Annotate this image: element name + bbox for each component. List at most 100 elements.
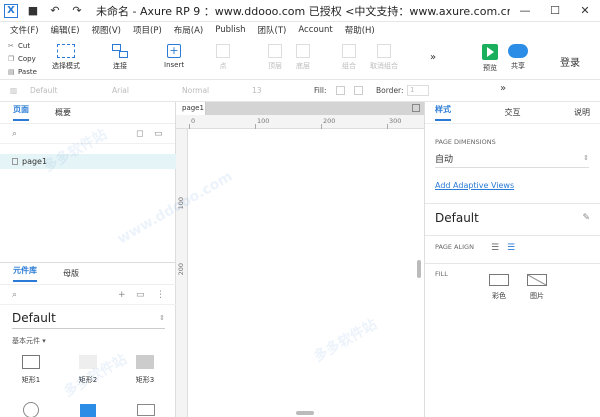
connect-button[interactable]: 连接 <box>112 44 128 71</box>
library-folder-icon[interactable]: ▭ <box>136 290 145 300</box>
edit-style-icon[interactable]: ✎ <box>582 213 590 223</box>
cloud-icon <box>508 44 528 58</box>
ruler-label: 200 <box>323 117 336 125</box>
menu-view[interactable]: 视图(V) <box>92 24 121 36</box>
menu-account[interactable]: Account <box>298 25 332 35</box>
insert-button[interactable]: + Insert <box>164 44 184 69</box>
select-chevron-icon: ⇕ <box>583 154 589 162</box>
paste-button[interactable]: ▤ Paste <box>8 66 37 79</box>
login-button[interactable]: 登录 <box>560 54 580 69</box>
fill-label: Fill: <box>314 86 327 95</box>
menu-project[interactable]: 项目(P) <box>133 24 162 36</box>
play-icon <box>482 44 498 60</box>
tab-interactions[interactable]: 交互 <box>505 107 521 118</box>
fill-image-option[interactable]: 图片 <box>525 274 549 301</box>
fill-color-option[interactable]: 彩色 <box>487 274 511 301</box>
canvas-area[interactable]: page1 0 100 200 300 100 200 <box>176 102 424 417</box>
align-center-icon[interactable]: ☰ <box>507 243 515 253</box>
page-dimensions-label: PAGE DIMENSIONS <box>435 138 496 146</box>
library-menu-icon[interactable]: ⋮ <box>156 290 165 300</box>
group-button[interactable]: 组合 <box>342 44 356 71</box>
add-library-icon[interactable]: + <box>118 290 126 300</box>
menu-arrange[interactable]: 布局(A) <box>174 24 203 36</box>
tab-outline[interactable]: 概要 <box>42 107 84 118</box>
tab-pages[interactable]: 页面 <box>0 104 42 121</box>
page-tab[interactable]: page1 <box>176 102 206 115</box>
library-search-icon[interactable]: ⌕ <box>12 290 17 300</box>
ruler-tick <box>387 124 388 129</box>
horizontal-scrollbar[interactable] <box>296 411 314 415</box>
search-icon[interactable]: ⌕ <box>12 129 17 139</box>
ruler-tick <box>189 124 190 129</box>
add-adaptive-views-link[interactable]: Add Adaptive Views <box>435 181 514 190</box>
paste-icon: ▤ <box>8 68 15 76</box>
page-dimensions-select[interactable]: 自动 ⇕ <box>435 152 589 168</box>
widget-rect1[interactable]: 矩形1 <box>14 355 48 385</box>
border-label: Border: <box>376 86 404 95</box>
minimize-icon[interactable]: — <box>510 0 540 22</box>
menu-file[interactable]: 文件(F) <box>10 24 39 36</box>
image-widget-icon[interactable] <box>80 404 96 417</box>
maximize-icon[interactable]: ☐ <box>540 0 570 22</box>
right-panel: 样式 交互 说明 PAGE DIMENSIONS 自动 ⇕ Add Adapti… <box>424 102 600 417</box>
placeholder-widget-icon[interactable] <box>137 404 155 416</box>
ruler-label: 100 <box>257 117 270 125</box>
page-list-item[interactable]: page1 <box>0 154 176 169</box>
point-button[interactable]: 点 <box>216 44 230 71</box>
align-left-icon[interactable]: ☰ <box>491 243 499 253</box>
undo-icon[interactable]: ↶ <box>44 0 66 22</box>
save-icon[interactable]: ■ <box>22 0 44 22</box>
preview-button[interactable]: 预览 <box>482 44 498 73</box>
top-layer-button[interactable]: 顶层 <box>268 44 282 71</box>
border-width-input[interactable]: 1 <box>407 85 429 96</box>
font-weight-select[interactable]: Normal <box>182 86 209 95</box>
widget-rect2[interactable]: 矩形2 <box>71 355 105 385</box>
menu-team[interactable]: 团队(T) <box>258 24 287 36</box>
format-more-chevron-icon[interactable]: » <box>500 83 506 94</box>
bottom-layer-button[interactable]: 底层 <box>296 44 310 71</box>
window-title: 未命名 - Axure RP 9 ：www.ddooo.com 已授权 <中文支… <box>96 4 510 18</box>
close-icon[interactable]: ✕ <box>570 0 600 22</box>
widget-rect3[interactable]: 矩形3 <box>128 355 162 385</box>
tab-style[interactable]: 样式 <box>435 104 451 121</box>
redo-icon[interactable]: ↷ <box>66 0 88 22</box>
point-icon <box>216 44 230 58</box>
menu-help[interactable]: 帮助(H) <box>345 24 375 36</box>
tab-library[interactable]: 元件库 <box>0 265 50 282</box>
share-button[interactable]: 共享 <box>508 44 528 71</box>
menu-publish[interactable]: Publish <box>215 25 245 35</box>
font-size-select[interactable]: 13 <box>252 86 262 95</box>
fill-color-swatch[interactable] <box>336 86 345 95</box>
style-select[interactable]: Default <box>30 86 57 95</box>
more-chevron-icon[interactable]: » <box>430 52 436 63</box>
tab-menu-icon[interactable] <box>412 104 420 112</box>
title-bar: X ■ ↶ ↷ 未命名 - Axure RP 9 ：www.ddooo.com … <box>0 0 600 22</box>
divider <box>425 235 600 236</box>
ruler-label: 0 <box>191 117 196 125</box>
style-format-icon: ▨ <box>10 86 18 95</box>
tab-notes[interactable]: 说明 <box>574 107 590 118</box>
tab-masters[interactable]: 母版 <box>50 268 92 279</box>
font-select[interactable]: Arial <box>112 86 129 95</box>
category-label[interactable]: 基本元件 ▾ <box>12 336 46 346</box>
page-style-name[interactable]: Default <box>435 211 479 225</box>
vertical-scrollbar[interactable] <box>417 260 421 278</box>
copy-button[interactable]: ❐ Copy <box>8 53 37 66</box>
library-toolbar: ⌕ + ▭ ⋮ <box>0 285 176 305</box>
select-mode-button[interactable]: 选择模式 <box>52 44 80 71</box>
image-swatch-icon <box>527 274 547 286</box>
ruler-label: 100 <box>177 197 185 210</box>
ellipse-widget-icon[interactable] <box>23 402 39 417</box>
rectangle-icon <box>79 355 97 369</box>
menu-edit[interactable]: 编辑(E) <box>51 24 80 36</box>
add-page-icon[interactable]: ◻ <box>136 129 143 139</box>
ungroup-button[interactable]: 取消组合 <box>370 44 398 71</box>
clipboard-group: ✂ Cut ❐ Copy ▤ Paste <box>8 40 37 79</box>
copy-icon: ❐ <box>8 55 15 63</box>
tab-strip <box>206 102 424 115</box>
divider <box>425 263 600 264</box>
add-folder-icon[interactable]: ▭ <box>154 129 163 139</box>
fill-swatch-2[interactable] <box>354 86 363 95</box>
cut-button[interactable]: ✂ Cut <box>8 40 37 53</box>
library-select[interactable]: Default ⇕ <box>12 311 165 329</box>
